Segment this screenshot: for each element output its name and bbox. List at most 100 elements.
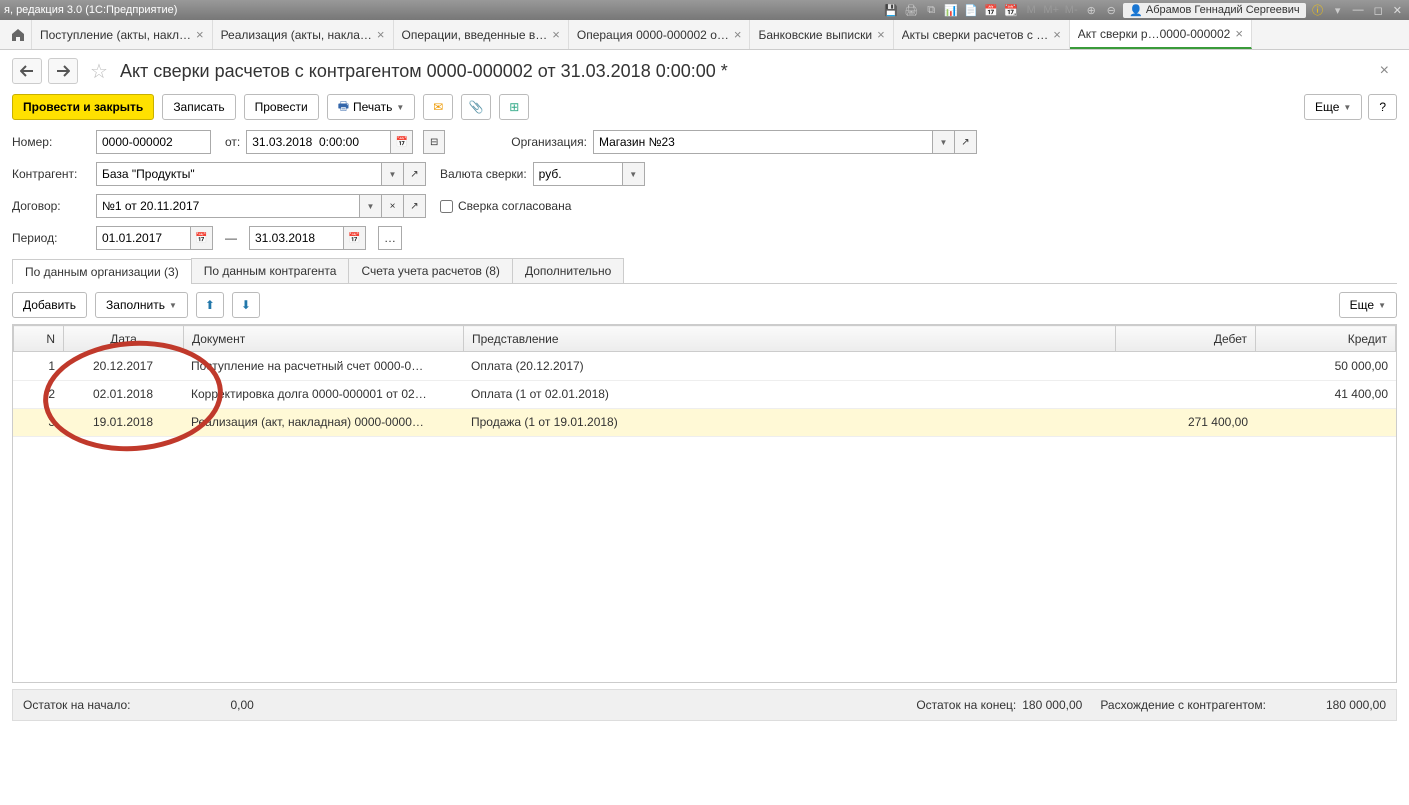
tab-close-icon[interactable]: × [196,27,204,42]
period-dash: — [225,231,237,245]
zoom-out-icon[interactable]: ⊖ [1103,2,1119,18]
m-button[interactable]: M [1023,2,1039,18]
help-button[interactable]: ? [1368,94,1397,120]
post-button[interactable]: Провести [244,94,319,120]
print-button[interactable]: 🖶 Печать ▼ [327,94,416,120]
org-select-button[interactable]: ▼ [933,130,955,154]
period-to-field[interactable] [249,226,344,250]
col-doc[interactable]: Документ [184,326,464,352]
m-minus-button[interactable]: M- [1063,2,1079,18]
page-close-button[interactable]: × [1372,62,1397,80]
post-and-close-button[interactable]: Провести и закрыть [12,94,154,120]
calendar-button[interactable]: 📅 [391,130,413,154]
contract-clear-button[interactable]: × [382,194,404,218]
date-icon[interactable]: 📆 [1003,2,1019,18]
table-row[interactable]: 120.12.2017Поступление на расчетный счет… [13,352,1396,380]
print-icon[interactable]: 🖨 [903,2,919,18]
period-from-field[interactable] [96,226,191,250]
back-button[interactable] [12,58,42,84]
table-row[interactable]: 319.01.2018Реализация (акт, накладная) 0… [13,408,1396,436]
currency-select-button[interactable]: ▼ [623,162,645,186]
tab-label: Акты сверки расчетов с … [902,28,1049,42]
record-button[interactable]: Записать [162,94,235,120]
cell-debit: 271 400,00 [1116,408,1256,436]
contragent-open-button[interactable]: ↗ [404,162,426,186]
dropdown-icon[interactable]: ▾ [1330,2,1346,18]
tab-label: Акт сверки р…0000-000002 [1078,27,1231,41]
document-tab[interactable]: Операция 0000-000002 о…× [569,20,751,49]
period-to-cal-button[interactable]: 📅 [344,226,366,250]
section-tab[interactable]: По данным организации (3) [12,259,192,284]
document-form: Номер: от: 📅 ⊟ Организация: ▼ ↗ Контраге… [0,130,1409,250]
document-tab[interactable]: Акт сверки р…0000-000002 × [1070,20,1252,49]
forward-button[interactable] [48,58,78,84]
section-tab[interactable]: По данным контрагента [191,258,350,283]
info-icon[interactable]: ⓘ [1310,2,1326,18]
tab-close-icon[interactable]: × [1053,27,1061,42]
document-tab[interactable]: Реализация (акты, накла…× [213,20,394,49]
tab-close-icon[interactable]: × [1235,26,1243,41]
cell-repr: Оплата (20.12.2017) [463,352,1116,380]
email-button[interactable]: ✉ [423,94,453,120]
locked-button[interactable]: ⊟ [423,130,445,154]
col-date[interactable]: Дата [64,326,184,352]
table-more-button[interactable]: Еще ▼ [1339,292,1397,318]
tab-close-icon[interactable]: × [552,27,560,42]
col-credit[interactable]: Кредит [1256,326,1396,352]
doc-icon[interactable]: 📄 [963,2,979,18]
document-tab[interactable]: Банковские выписки× [750,20,893,49]
contract-field[interactable] [96,194,360,218]
organization-field[interactable] [593,130,933,154]
tab-close-icon[interactable]: × [377,27,385,42]
contragent-field[interactable] [96,162,382,186]
minimize-button[interactable]: — [1350,4,1367,16]
date-field[interactable] [246,130,391,154]
calc-icon[interactable]: 📊 [943,2,959,18]
col-n[interactable]: N [14,326,64,352]
compare-icon[interactable]: ⧉ [923,2,939,18]
save-icon[interactable]: 💾 [883,2,899,18]
col-debit[interactable]: Дебет [1116,326,1256,352]
tab-close-icon[interactable]: × [734,27,742,42]
contragent-label: Контрагент: [12,167,90,181]
number-field[interactable] [96,130,211,154]
period-from-cal-button[interactable]: 📅 [191,226,213,250]
agreed-label: Сверка согласована [458,199,571,213]
org-open-button[interactable]: ↗ [955,130,977,154]
period-select-button[interactable]: … [378,226,402,250]
contragent-select-button[interactable]: ▼ [382,162,404,186]
cell-date: 02.01.2018 [63,380,183,408]
currency-field[interactable] [533,162,623,186]
table-row[interactable]: 202.01.2018Корректировка долга 0000-0000… [13,380,1396,408]
contract-select-button[interactable]: ▼ [360,194,382,218]
move-down-button[interactable]: ⬇ [232,292,260,318]
home-tab[interactable] [4,20,32,49]
contract-open-button[interactable]: ↗ [404,194,426,218]
close-button[interactable]: ✕ [1390,4,1405,17]
zoom-in-icon[interactable]: ⊕ [1083,2,1099,18]
document-tab[interactable]: Операции, введенные в…× [394,20,569,49]
agreed-checkbox[interactable] [440,200,453,213]
lock-icon: ⊟ [430,137,438,148]
more-button[interactable]: Еще ▼ [1304,94,1362,120]
m-plus-button[interactable]: M+ [1043,2,1059,18]
favorite-icon[interactable]: ☆ [90,59,108,84]
calendar-icon[interactable]: 📅 [983,2,999,18]
attach-button[interactable]: 📎 [461,94,491,120]
section-tab[interactable]: Дополнительно [512,258,624,283]
user-badge[interactable]: 👤 Абрамов Геннадий Сергеевич [1123,3,1305,18]
tab-close-icon[interactable]: × [877,27,885,42]
structure-icon: ⊞ [509,100,519,114]
tab-label: Поступление (акты, накл… [40,28,191,42]
maximize-button[interactable]: ◻ [1371,4,1386,17]
document-tab[interactable]: Поступление (акты, накл… × [32,20,213,49]
col-repr[interactable]: Представление [464,326,1116,352]
document-tab[interactable]: Акты сверки расчетов с … × [894,20,1070,49]
fill-button[interactable]: Заполнить ▼ [95,292,188,318]
calendar-icon: 📅 [396,137,408,148]
move-up-button[interactable]: ⬆ [196,292,224,318]
end-balance-label: Остаток на конец: [916,698,1016,712]
section-tab[interactable]: Счета учета расчетов (8) [348,258,512,283]
structure-button[interactable]: ⊞ [499,94,529,120]
add-button[interactable]: Добавить [12,292,87,318]
